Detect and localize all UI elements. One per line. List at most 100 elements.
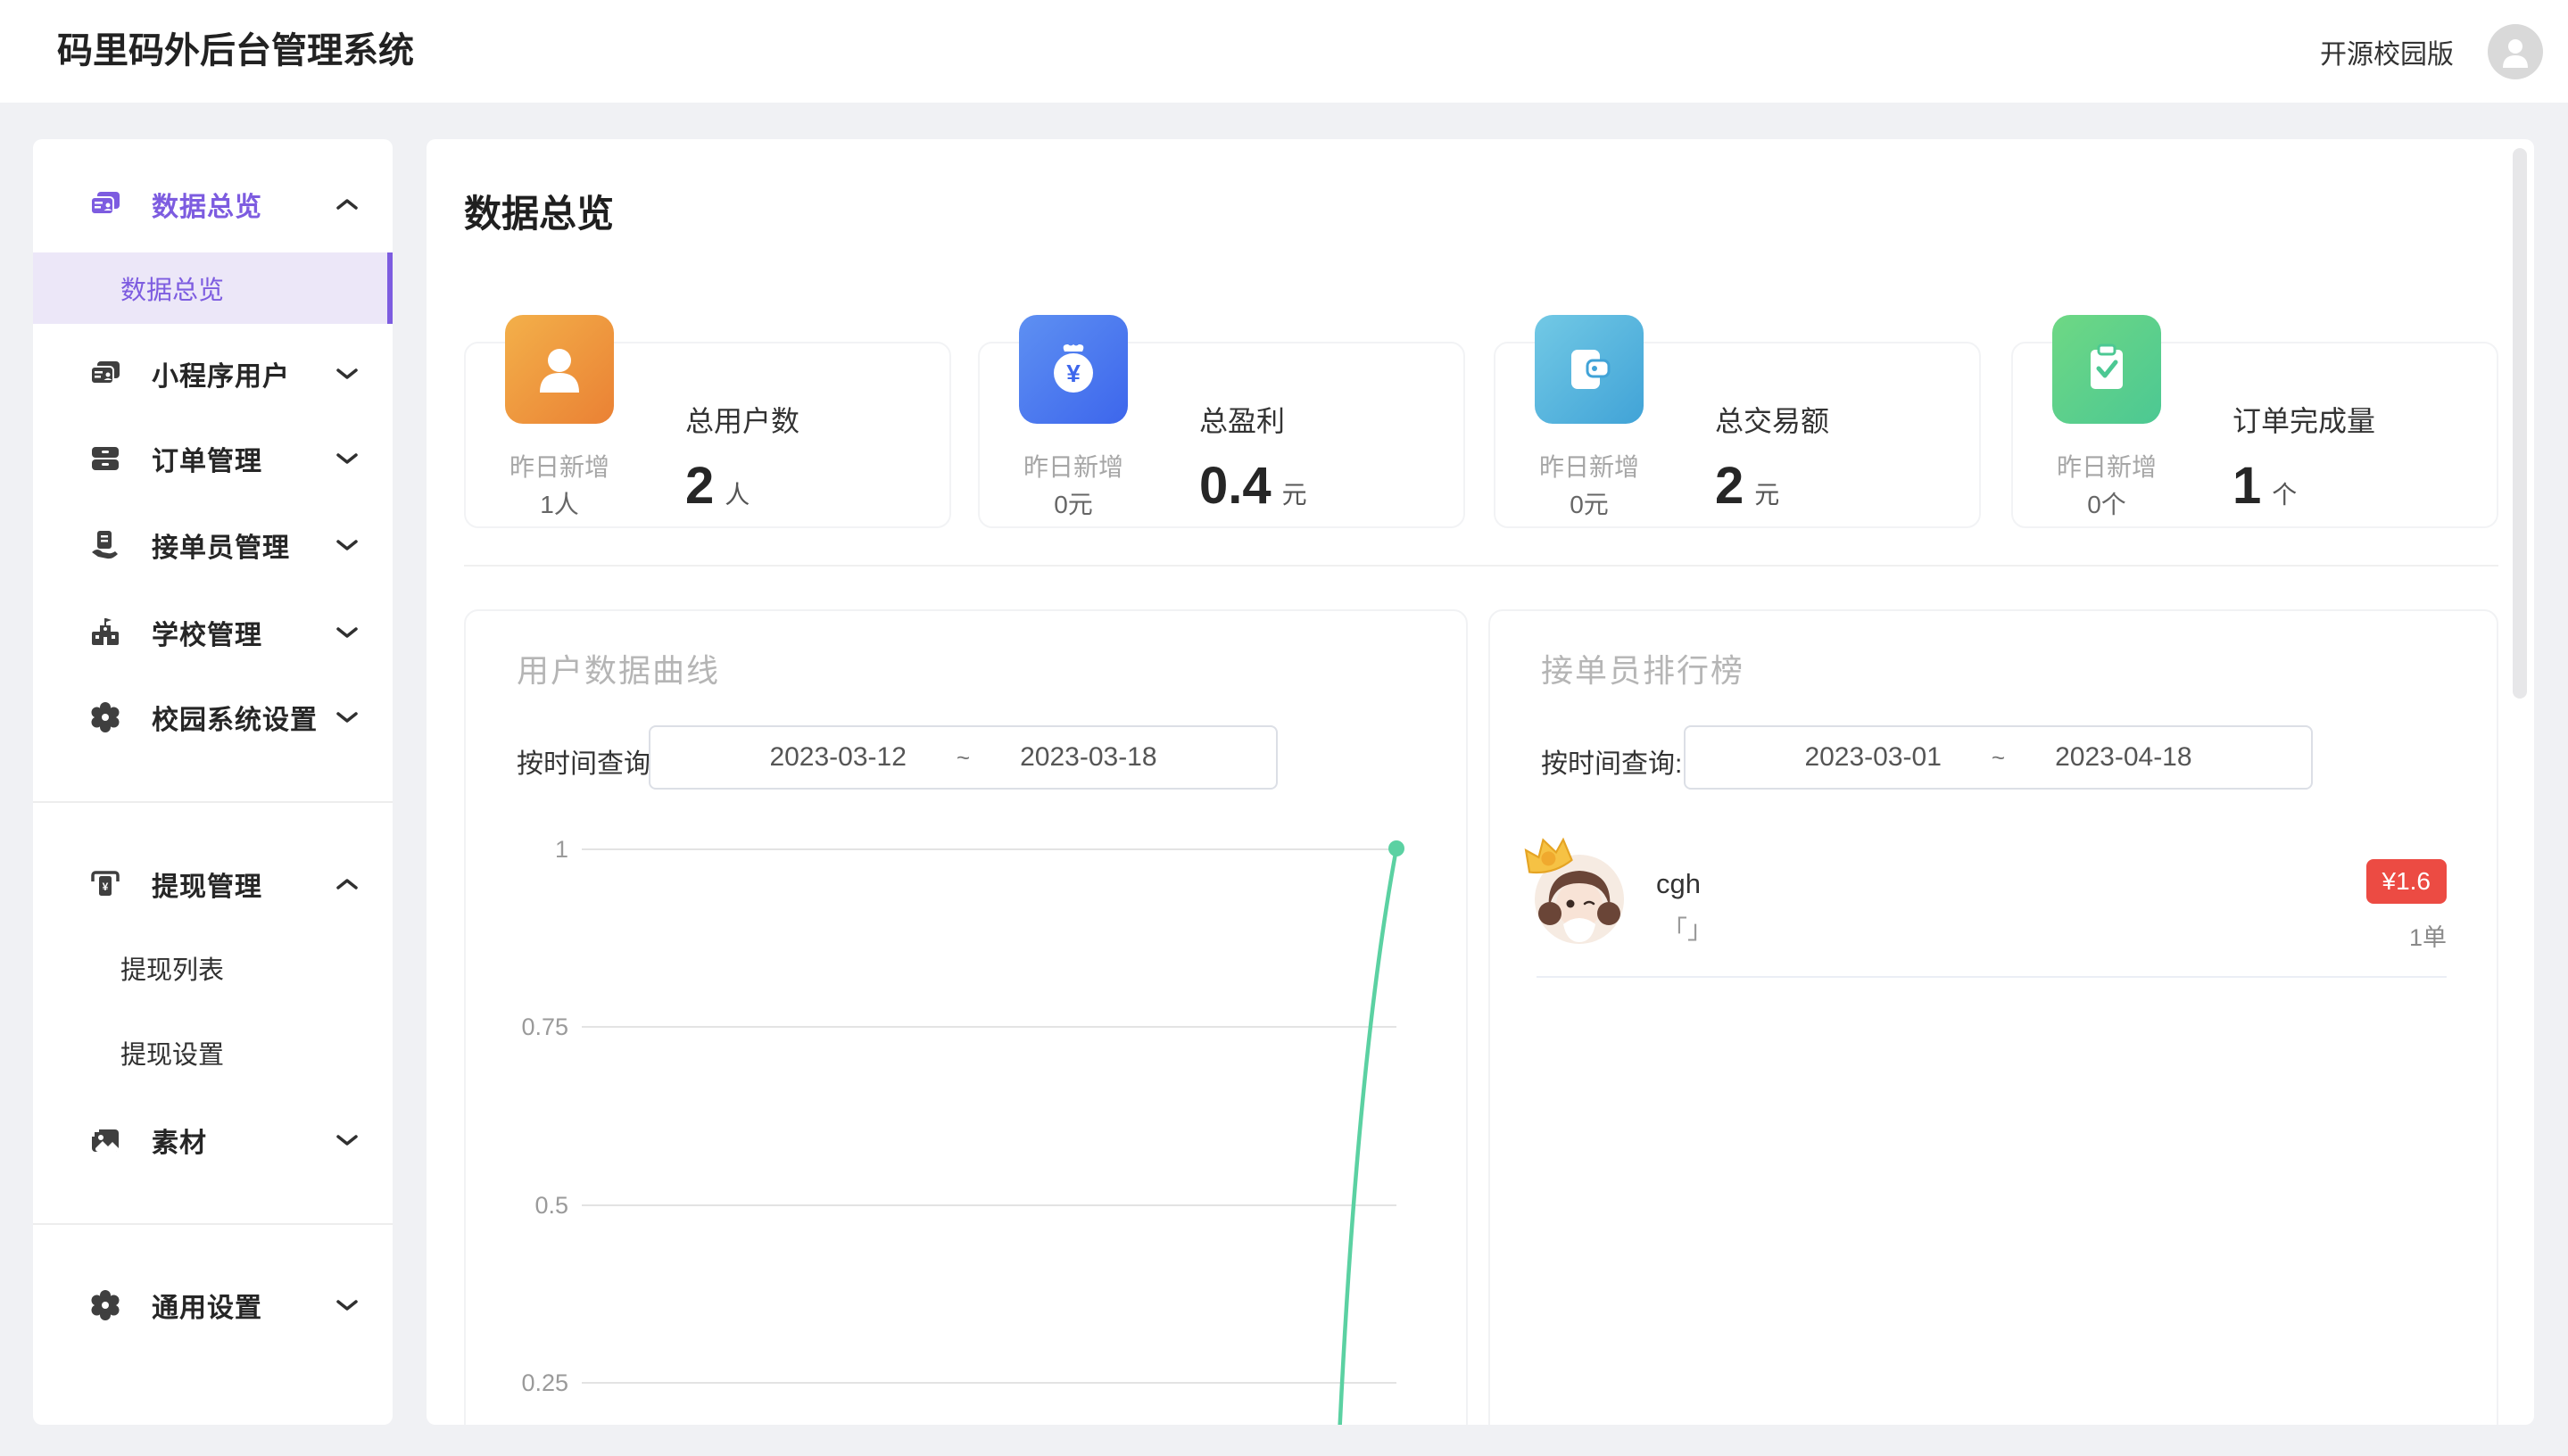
stat-card-total-transactions: 昨日新增 0元 总交易额 2元 <box>1494 342 1981 528</box>
scrollbar-thumb[interactable] <box>2513 148 2527 699</box>
header-right: 开源校园版 <box>2320 0 2543 103</box>
date-range-picker[interactable]: 2023-03-01 ~ 2023-04-18 <box>1684 725 2313 790</box>
stat-value: 2人 <box>685 456 799 516</box>
active-indicator-bar <box>387 252 393 324</box>
order-management-icon <box>89 443 121 475</box>
gear-icon <box>89 1289 121 1321</box>
stat-value: 2元 <box>1715 456 1829 516</box>
stat-label: 总盈利 <box>1199 399 1307 440</box>
clipboard-check-stat-icon <box>2052 315 2161 424</box>
stat-delta-label: 昨日新增 <box>487 449 632 486</box>
stat-delta-label: 昨日新增 <box>1001 449 1146 486</box>
amount-badge: ¥1.6 <box>2366 859 2448 904</box>
query-by-time-label: 按时间查询: <box>1541 741 1682 781</box>
sidebar-item-schools[interactable]: 学校管理 <box>33 597 393 668</box>
stat-unit: 个 <box>2272 481 2297 509</box>
stat-yesterday: 昨日新增 0个 <box>2034 449 2179 524</box>
sidebar-subitem-data-overview[interactable]: 数据总览 <box>33 252 393 324</box>
data-overview-icon <box>89 188 121 220</box>
stat-delta-value: 0个 <box>2034 486 2179 524</box>
miniprogram-users-icon <box>89 358 121 390</box>
chevron-down-icon <box>335 367 359 381</box>
stat-delta-value: 1人 <box>487 486 632 524</box>
sidebar-item-label: 通用设置 <box>152 1286 335 1325</box>
stat-delta-value: 0元 <box>1001 486 1146 524</box>
money-bag-stat-icon: ¥ <box>1019 315 1128 424</box>
sidebar-divider <box>33 1223 393 1225</box>
main-content: 数据总览 昨日新增 1人 总用户数 2人 <box>427 139 2534 1425</box>
courier-ranking-panel: 接单员排行榜 按时间查询: 2023-03-01 ~ 2023-04-18 <box>1488 609 2498 1425</box>
courier-avatar <box>1535 855 1624 944</box>
user-avatar[interactable] <box>2488 24 2543 79</box>
stat-yesterday: 昨日新增 0元 <box>1517 449 1661 524</box>
image-icon <box>89 1124 121 1156</box>
stat-delta-label: 昨日新增 <box>2034 449 2179 486</box>
chevron-down-icon <box>335 1298 359 1312</box>
sidebar-item-data-overview[interactable]: 数据总览 <box>33 169 393 240</box>
chevron-down-icon <box>335 451 359 466</box>
sidebar-subitem-label: 提现设置 <box>120 1034 224 1071</box>
section-divider <box>464 565 2498 567</box>
sidebar-item-miniprogram-users[interactable]: 小程序用户 <box>33 338 393 410</box>
sidebar-subitem-withdraw-list[interactable]: 提现列表 <box>33 932 393 1004</box>
list-divider <box>1537 976 2447 978</box>
chevron-up-icon <box>335 877 359 891</box>
stat-main: 总盈利 0.4元 <box>1199 399 1307 516</box>
sidebar-subitem-withdraw-settings[interactable]: 提现设置 <box>33 1017 393 1088</box>
stat-card-total-profit: ¥ 昨日新增 0元 总盈利 0.4元 <box>978 342 1465 528</box>
stat-card-total-users: 昨日新增 1人 总用户数 2人 <box>464 342 951 528</box>
stat-value: 1个 <box>2233 456 2375 516</box>
sidebar-item-materials[interactable]: 素材 <box>33 1104 393 1176</box>
stat-unit: 元 <box>1282 481 1307 509</box>
user-chart-panel: 用户数据曲线 按时间查询: 2023-03-12 ~ 2023-03-18 1 … <box>464 609 1468 1425</box>
end-date-input[interactable]: 2023-04-18 <box>2055 742 2191 773</box>
stat-main: 总用户数 2人 <box>685 399 799 516</box>
range-separator: ~ <box>1992 744 2005 772</box>
sidebar-item-label: 提现管理 <box>152 864 335 904</box>
stat-label: 总用户数 <box>685 399 799 440</box>
sidebar-item-campus-settings[interactable]: 校园系统设置 <box>33 682 393 753</box>
users-stat-icon <box>505 315 614 424</box>
order-count: 1单 <box>2409 918 2447 953</box>
withdraw-management-icon: ¥ <box>89 868 121 900</box>
sidebar-item-orders[interactable]: 订单管理 <box>33 423 393 494</box>
sidebar-item-label: 素材 <box>152 1121 335 1160</box>
svg-text:¥: ¥ <box>1066 360 1081 387</box>
app-title: 码里码外后台管理系统 <box>57 0 414 103</box>
sidebar-subitem-label: 提现列表 <box>120 949 224 987</box>
gear-icon <box>89 701 121 733</box>
stat-delta-label: 昨日新增 <box>1517 449 1661 486</box>
app-root: 码里码外后台管理系统 开源校园版 数据总览 <box>0 0 2568 1456</box>
stat-yesterday: 昨日新增 1人 <box>487 449 632 524</box>
stat-main: 总交易额 2元 <box>1715 399 1829 516</box>
sidebar-item-label: 学校管理 <box>152 613 335 652</box>
chevron-down-icon <box>335 710 359 724</box>
start-date-input[interactable]: 2023-03-01 <box>1804 742 1941 773</box>
sidebar: 数据总览 数据总览 小程序用户 <box>33 139 393 1425</box>
chevron-up-icon <box>335 197 359 211</box>
sidebar-item-label: 校园系统设置 <box>152 698 335 737</box>
sidebar-item-general-settings[interactable]: 通用设置 <box>33 1270 393 1341</box>
stat-card-completed-orders: 昨日新增 0个 订单完成量 1个 <box>2011 342 2498 528</box>
sidebar-item-label: 小程序用户 <box>152 354 335 393</box>
chevron-down-icon <box>335 538 359 552</box>
sidebar-item-withdraw[interactable]: ¥ 提现管理 <box>33 848 393 920</box>
courier-note: 「」 <box>1661 909 1713 947</box>
data-point-marker <box>1388 840 1404 856</box>
stat-value: 0.4元 <box>1199 456 1307 516</box>
person-icon <box>2498 34 2533 70</box>
edition-label: 开源校园版 <box>2320 32 2454 71</box>
sidebar-item-label: 订单管理 <box>152 439 335 478</box>
chevron-down-icon <box>335 625 359 640</box>
stat-unit: 元 <box>1754 481 1779 509</box>
sidebar-item-couriers[interactable]: 接单员管理 <box>33 509 393 581</box>
stat-unit: 人 <box>725 481 750 509</box>
sidebar-item-label: 数据总览 <box>152 185 335 224</box>
school-management-icon <box>89 616 121 649</box>
courier-management-icon <box>89 529 121 561</box>
stat-delta-value: 0元 <box>1517 486 1661 524</box>
wallet-stat-icon <box>1535 315 1644 424</box>
page-title: 数据总览 <box>464 184 614 238</box>
sidebar-divider <box>33 801 393 803</box>
user-curve-line <box>466 611 1466 1425</box>
